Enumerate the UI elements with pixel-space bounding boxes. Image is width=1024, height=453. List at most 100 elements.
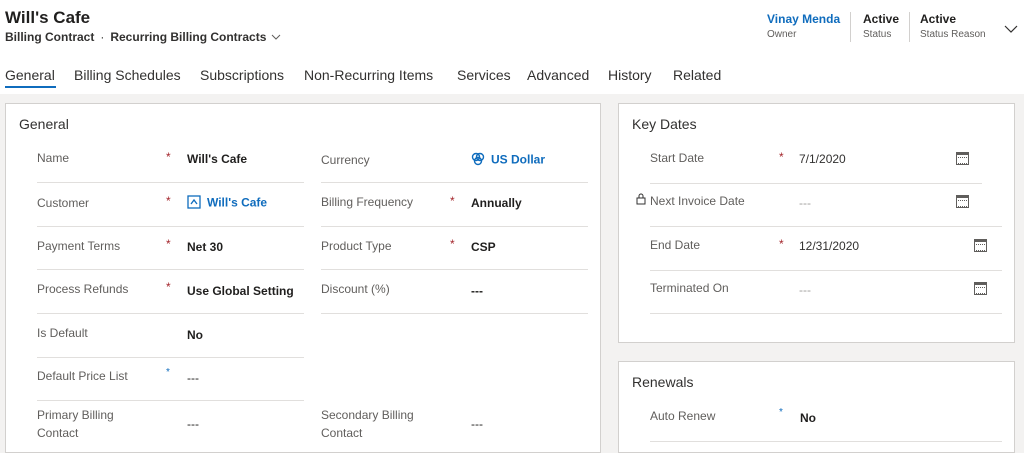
required-indicator: *	[450, 194, 455, 208]
label-line: Contact	[321, 426, 363, 440]
form-selector[interactable]: Recurring Billing Contracts	[110, 30, 266, 44]
primary-billing-contact-label: Primary Billing Contact	[37, 406, 114, 442]
tab-general[interactable]: General	[5, 67, 55, 83]
calendar-icon	[956, 195, 969, 208]
status-label: Status	[863, 29, 892, 40]
status-field: Active Status	[863, 12, 899, 40]
divider	[37, 357, 304, 358]
required-indicator: *	[450, 237, 455, 251]
status-reason-value: Active	[920, 12, 957, 26]
header-divider	[909, 12, 910, 42]
start-date-label: Start Date	[650, 151, 705, 165]
divider	[321, 313, 588, 314]
section-title: General	[19, 116, 69, 132]
auto-renew-value[interactable]: No	[800, 411, 816, 425]
divider	[37, 269, 304, 270]
tab-non-recurring-items[interactable]: Non-Recurring Items	[304, 67, 433, 83]
required-indicator: *	[166, 237, 171, 251]
default-price-list-label: Default Price List	[37, 369, 128, 383]
product-type-value[interactable]: CSP	[471, 240, 496, 254]
record-header: Will's Cafe Billing Contract · Recurring…	[0, 0, 1024, 58]
renewals-section: Renewals Auto Renew * No	[618, 361, 1015, 453]
header-divider	[850, 12, 851, 42]
breadcrumb-separator: ·	[100, 30, 105, 44]
active-tab-indicator	[5, 86, 56, 88]
customer-value[interactable]: Will's Cafe	[207, 196, 267, 210]
currency-label: Currency	[321, 153, 370, 167]
calendar-icon[interactable]	[974, 239, 987, 252]
lock-icon	[636, 193, 646, 208]
payment-terms-value[interactable]: Net 30	[187, 240, 223, 254]
recommended-indicator: *	[779, 407, 783, 418]
owner-field[interactable]: Vinay Menda Owner	[767, 12, 840, 40]
billing-frequency-label: Billing Frequency	[321, 195, 414, 209]
chevron-down-icon[interactable]	[271, 31, 281, 43]
divider	[37, 400, 304, 401]
customer-label: Customer	[37, 196, 90, 210]
key-dates-section: Key Dates Start Date * 7/1/2020 Next Inv…	[618, 103, 1015, 343]
secondary-billing-contact-label: Secondary Billing Contact	[321, 406, 414, 442]
is-default-value[interactable]: No	[187, 328, 203, 342]
required-indicator: *	[166, 194, 171, 208]
calendar-icon[interactable]	[974, 282, 987, 295]
tab-billing-schedules[interactable]: Billing Schedules	[74, 67, 181, 83]
divider	[650, 313, 1002, 314]
tab-services[interactable]: Services	[457, 67, 511, 83]
calendar-icon[interactable]	[956, 152, 969, 165]
tab-bar: General Billing Schedules Subscriptions …	[0, 58, 1024, 94]
general-section: General Name * Will's Cafe Currency US D…	[5, 103, 601, 453]
divider	[321, 182, 588, 183]
name-label: Name	[37, 151, 70, 165]
payment-terms-label: Payment Terms	[37, 239, 121, 253]
section-title: Renewals	[632, 374, 694, 390]
next-invoice-date-value: ---	[799, 196, 811, 210]
customer-lookup[interactable]: Will's Cafe	[187, 195, 267, 212]
divider	[650, 441, 1002, 442]
auto-renew-label: Auto Renew	[650, 409, 716, 423]
end-date-input[interactable]: 12/31/2020	[799, 239, 859, 253]
currency-icon	[471, 152, 485, 169]
divider	[321, 269, 588, 270]
process-refunds-label: Process Refunds	[37, 282, 129, 296]
discount-label: Discount (%)	[321, 282, 390, 296]
end-date-label: End Date	[650, 238, 701, 252]
required-indicator: *	[779, 237, 784, 251]
chevron-down-icon[interactable]	[1004, 20, 1018, 36]
tab-subscriptions[interactable]: Subscriptions	[200, 67, 284, 83]
record-title: Will's Cafe	[5, 8, 91, 27]
section-title: Key Dates	[632, 116, 697, 132]
owner-label: Owner	[767, 29, 797, 40]
divider	[650, 226, 1002, 227]
status-reason-field: Active Status Reason	[920, 12, 986, 40]
required-indicator: *	[166, 150, 171, 164]
tab-advanced[interactable]: Advanced	[527, 67, 589, 83]
default-price-list-value[interactable]: ---	[187, 371, 199, 385]
status-reason-label: Status Reason	[920, 29, 986, 40]
secondary-billing-contact-value[interactable]: ---	[471, 417, 483, 431]
divider	[650, 183, 982, 184]
label-line: Secondary Billing	[321, 408, 414, 422]
label-line: Contact	[37, 426, 79, 440]
breadcrumb: Billing Contract · Recurring Billing Con…	[5, 30, 281, 44]
divider	[321, 226, 588, 227]
name-value[interactable]: Will's Cafe	[187, 152, 247, 166]
primary-billing-contact-value[interactable]: ---	[187, 417, 199, 431]
discount-value[interactable]: ---	[471, 284, 483, 298]
start-date-value[interactable]: 7/1/2020	[799, 152, 846, 166]
billing-frequency-value[interactable]: Annually	[471, 196, 522, 210]
currency-value[interactable]: US Dollar	[491, 153, 545, 167]
account-icon	[187, 195, 201, 212]
currency-lookup[interactable]: US Dollar	[471, 152, 545, 169]
status-value: Active	[863, 12, 900, 26]
process-refunds-value[interactable]: Use Global Setting	[187, 284, 294, 298]
tab-history[interactable]: History	[608, 67, 652, 83]
entity-name: Billing Contract	[5, 30, 95, 44]
product-type-label: Product Type	[321, 239, 392, 253]
recommended-indicator: *	[166, 367, 170, 378]
tab-related[interactable]: Related	[673, 67, 721, 83]
terminated-on-value[interactable]: ---	[799, 283, 811, 297]
required-indicator: *	[166, 280, 171, 294]
owner-value[interactable]: Vinay Menda	[767, 12, 840, 26]
label-line: Primary Billing	[37, 408, 114, 422]
divider	[650, 270, 1002, 271]
